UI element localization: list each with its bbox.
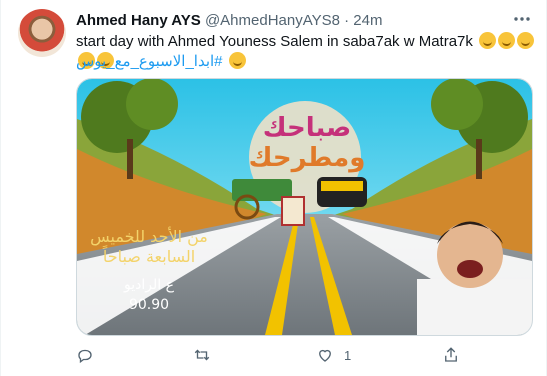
author-handle[interactable]: @AhmedHanyAYS8 xyxy=(205,12,340,29)
more-options-icon[interactable] xyxy=(511,9,533,31)
tweet-time[interactable]: 24m xyxy=(353,12,382,29)
retweet-icon xyxy=(194,349,210,361)
logo-line-2: ومطرحك xyxy=(248,143,366,173)
author-name[interactable]: Ahmed Hany AYS xyxy=(76,12,201,29)
timeline-border-left xyxy=(0,0,1,376)
tweet-media[interactable]: صباحك ومطرحك من الأحد للخميس السابعة صبا… xyxy=(76,78,533,336)
reply-icon xyxy=(78,349,92,364)
like-button[interactable]: 1 xyxy=(316,344,351,366)
share-button[interactable] xyxy=(442,344,460,366)
tweet-body: start day with Ahmed Youness Salem in sa… xyxy=(76,33,473,50)
logo-line-1: صباحك xyxy=(262,113,352,143)
hugging-face-emoji xyxy=(228,52,246,69)
tweet-actions: 1 xyxy=(76,344,531,366)
schedule-line-2: السابعة صباحاً xyxy=(102,247,196,266)
tweet-header: Ahmed Hany AYS @AhmedHanyAYS8 · 24m xyxy=(76,11,517,31)
show-logo: صباحك ومطرحك xyxy=(237,113,377,173)
header-separator: · xyxy=(344,12,350,29)
schedule-line-1: من الأحد للخميس xyxy=(90,227,208,246)
hugging-face-emoji xyxy=(498,32,516,49)
like-count: 1 xyxy=(344,347,352,363)
tweet-hashtag-line: #ابدا_الاسبوع_مع_يوس xyxy=(76,52,246,72)
radio-frequency: 90.90 xyxy=(128,297,170,313)
hugging-face-emoji xyxy=(479,32,497,49)
hashtag-link[interactable]: #ابدا_الاسبوع_مع_يوس xyxy=(76,53,223,70)
retweet-button[interactable] xyxy=(193,344,211,366)
share-icon xyxy=(445,347,457,362)
avatar[interactable] xyxy=(18,9,66,57)
reply-button[interactable] xyxy=(76,344,94,366)
radio-label: ع الراديو xyxy=(124,277,174,293)
heart-icon xyxy=(319,349,331,362)
schedule-text: من الأحد للخميس السابعة صباحاً ع الراديو… xyxy=(79,227,219,315)
hugging-face-emoji xyxy=(517,32,535,49)
